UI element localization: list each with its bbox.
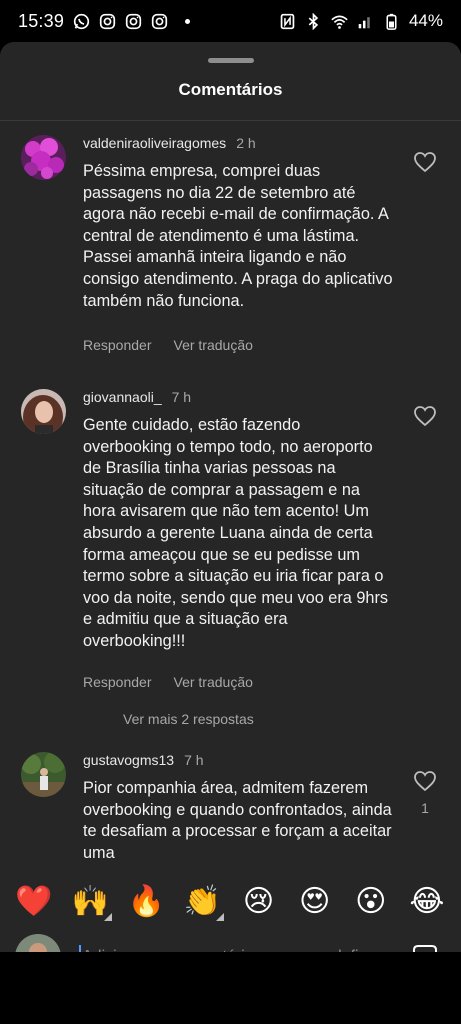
instagram-icon [99, 13, 116, 29]
comment-time: 7 h [171, 389, 192, 405]
comment-username[interactable]: giovannaoli_ [83, 389, 162, 405]
comment-header: giovannaoli_ 7 h [83, 389, 191, 405]
instagram-icon [125, 13, 142, 29]
comments-sheet: Comentários valdeniraoliveiragomes 2 h P… [0, 42, 461, 1024]
avatar[interactable] [21, 752, 66, 797]
status-bar: 15:39 44% [0, 0, 461, 42]
comment-actions: Responder Ver tradução [83, 337, 253, 353]
wifi-icon [331, 15, 348, 29]
comment-header: valdeniraoliveiragomes 2 h [83, 135, 256, 151]
see-translation-button[interactable]: Ver tradução [174, 337, 253, 353]
divider [0, 120, 461, 121]
comment-time: 7 h [184, 752, 204, 768]
nfc-icon [280, 13, 295, 29]
comment-username[interactable]: gustavogms13 [83, 752, 174, 768]
battery-level: 44% [408, 11, 443, 30]
fire-emoji-icon[interactable]: 🔥 [122, 884, 170, 919]
heart-eyes-emoji-icon[interactable]: 😍 [291, 884, 339, 919]
heart-icon[interactable] [413, 770, 437, 792]
navigation-bar [0, 952, 461, 1024]
clapping-emoji-icon[interactable]: 👏 [178, 884, 226, 921]
notification-dot-icon [185, 18, 191, 24]
whatsapp-icon [73, 13, 90, 29]
laughing-emoji-icon[interactable]: 😂 [403, 884, 451, 919]
see-translation-button[interactable]: Ver tradução [174, 674, 253, 690]
quick-reactions-bar: ❤️ 🙌 🔥 👏 😢 😍 😮 😂 [0, 868, 461, 934]
comment-actions: Responder Ver tradução [83, 674, 253, 690]
drag-handle[interactable] [208, 58, 254, 63]
avatar[interactable] [21, 389, 66, 434]
instagram-icon [151, 13, 168, 29]
comment-text: Pior companhia área, admitem fazerem ove… [83, 779, 392, 862]
heart-icon[interactable] [413, 151, 437, 173]
raising-hands-emoji-icon[interactable]: 🙌 [66, 884, 114, 921]
heart-icon[interactable] [413, 405, 437, 427]
comment-header: gustavogms13 7 h [83, 752, 204, 768]
reply-button[interactable]: Responder [83, 337, 152, 353]
reply-button[interactable]: Responder [83, 674, 152, 690]
status-time: 15:39 [18, 10, 65, 31]
comment-time: 2 h [236, 135, 256, 151]
heart-emoji-icon[interactable]: ❤️ [10, 884, 58, 919]
comment-text: Gente cuidado, estão fazendo overbooking… [83, 416, 389, 650]
bluetooth-icon [308, 12, 319, 30]
comment-username[interactable]: valdeniraoliveiragomes [83, 135, 226, 151]
surprised-emoji-icon[interactable]: 😮 [347, 884, 395, 919]
avatar[interactable] [21, 135, 66, 180]
like-count: 1 [421, 800, 429, 816]
signal-icon [358, 16, 370, 28]
view-more-replies-button[interactable]: Ver mais 2 respostas [123, 711, 254, 727]
comment-text: Péssima empresa, comprei duas passagens … [83, 162, 393, 310]
crying-emoji-icon[interactable]: 😢 [235, 884, 283, 919]
battery-icon [386, 13, 397, 30]
sheet-title: Comentários [178, 80, 283, 99]
